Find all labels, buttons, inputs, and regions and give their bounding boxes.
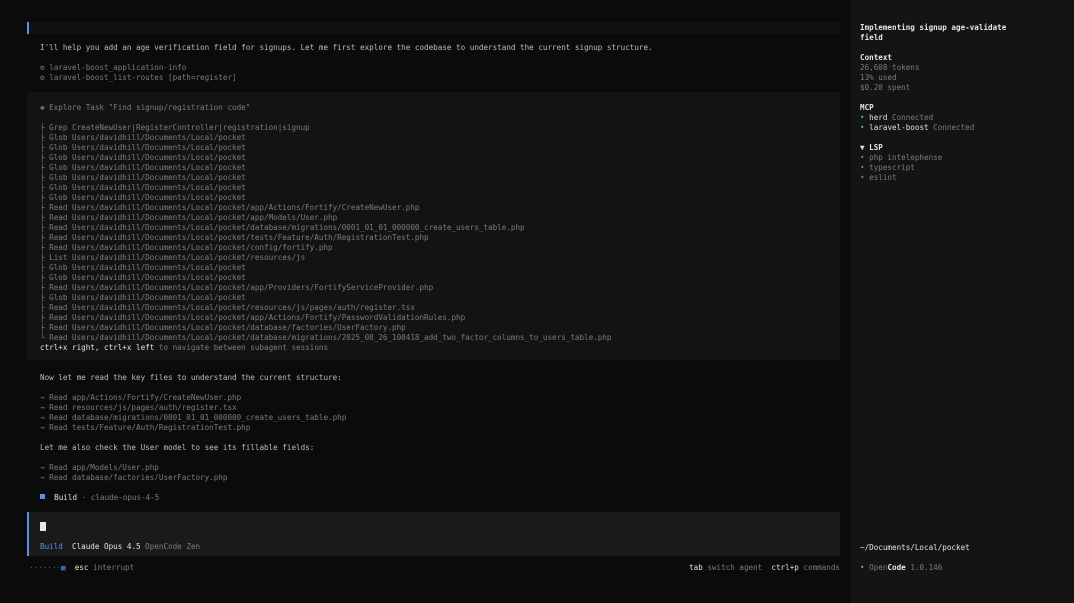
task-item: ├ Glob Users/davidhill/Documents/Local/p… bbox=[40, 293, 246, 302]
task-item: ├ Grep CreateNewUser|RegisterController|… bbox=[40, 123, 310, 132]
task-item: ├ Read Users/davidhill/Documents/Local/p… bbox=[40, 313, 466, 322]
cost-spent: $0.20 spent bbox=[860, 83, 911, 92]
input-accent-bar bbox=[27, 512, 29, 556]
text-cursor bbox=[40, 522, 46, 531]
working-directory: ~/Documents/Local/pocket bbox=[860, 543, 970, 552]
task-item: ├ Glob Users/davidhill/Documents/Local/p… bbox=[40, 133, 246, 142]
mcp-heading: MCP bbox=[860, 103, 874, 112]
task-item: └ Read Users/davidhill/Documents/Local/p… bbox=[40, 333, 612, 342]
task-header: ✱ Explore Task "Find signup/registration… bbox=[40, 103, 251, 112]
status-dot-icon: • bbox=[860, 113, 865, 122]
build-square-icon bbox=[40, 494, 45, 499]
task-item: ├ Read Users/davidhill/Documents/Local/p… bbox=[40, 323, 406, 332]
input-meta: Build Claude Opus 4.5 OpenCode Zen bbox=[40, 542, 200, 552]
status-dot-icon: • bbox=[860, 123, 865, 132]
task-item: ├ Glob Users/davidhill/Documents/Local/p… bbox=[40, 273, 246, 282]
task-item: ├ Glob Users/davidhill/Documents/Local/p… bbox=[40, 193, 246, 202]
mcp-name: herd bbox=[869, 113, 888, 122]
task-item: ├ Read Users/davidhill/Documents/Local/p… bbox=[40, 213, 338, 222]
task-item: ├ Read Users/davidhill/Documents/Local/p… bbox=[40, 203, 420, 212]
provider-label: OpenCode Zen bbox=[145, 542, 201, 551]
build-agent: Build bbox=[54, 493, 78, 502]
top-message-bar bbox=[27, 22, 840, 34]
subagent-nav-hint: ctrl+x right, ctrl+x left to navigate be… bbox=[40, 343, 328, 353]
task-item: ├ Glob Users/davidhill/Documents/Local/p… bbox=[40, 143, 246, 152]
lsp-item: • eslint bbox=[860, 173, 897, 182]
interrupt-label: interrupt bbox=[93, 563, 135, 572]
commands-label: commands bbox=[803, 563, 840, 572]
session-title: Implementing signup age-validate bbox=[860, 23, 1007, 32]
assistant-intro: I'll help you add an age verification fi… bbox=[40, 43, 653, 52]
app-version: • OpenCode 1.0.146 bbox=[860, 563, 942, 573]
version-number: 1.0.146 bbox=[910, 563, 943, 572]
status-dot-icon: • bbox=[860, 563, 865, 572]
nav-keys: ctrl+x right, ctrl+x left bbox=[40, 343, 155, 352]
explore-task-panel: ✱ Explore Task "Find signup/registration… bbox=[27, 92, 840, 360]
context-heading: Context bbox=[860, 53, 893, 62]
task-item: ├ Glob Users/davidhill/Documents/Local/p… bbox=[40, 183, 246, 192]
footer-right: tab switch agent ctrl+p commands bbox=[689, 563, 840, 573]
read-item: → Read app/Actions/Fortify/CreateNewUser… bbox=[40, 393, 242, 402]
read-intro: Now let me read the key files to underst… bbox=[40, 373, 342, 382]
mcp-status: Connected bbox=[933, 123, 975, 132]
model-label[interactable]: Claude Opus 4.5 bbox=[72, 542, 141, 551]
switch-label: switch agent bbox=[707, 563, 763, 572]
mcp-item: • laravel-boost Connected bbox=[860, 123, 974, 133]
token-count: 26,608 tokens bbox=[860, 63, 920, 72]
task-item: ├ Glob Users/davidhill/Documents/Local/p… bbox=[40, 173, 246, 182]
interrupt-key: esc bbox=[74, 563, 89, 572]
read-item: → Read resources/js/pages/auth/register.… bbox=[40, 403, 237, 412]
tool-call: ⚙ laravel-boost_application-info bbox=[40, 63, 187, 72]
tool-call: ⚙ laravel-boost_list-routes [path=regist… bbox=[40, 73, 237, 82]
session-sidebar: Implementing signup age-validate field C… bbox=[850, 0, 1074, 603]
read-item: → Read app/Models/User.php bbox=[40, 463, 159, 472]
task-item: ├ List Users/davidhill/Documents/Local/p… bbox=[40, 253, 306, 262]
conversation-area: I'll help you add an age verification fi… bbox=[27, 0, 840, 603]
lsp-heading[interactable]: ▼ LSP bbox=[860, 143, 883, 153]
progress-indicator: ·······■ bbox=[29, 563, 66, 572]
mcp-item: • herd Connected bbox=[860, 113, 933, 123]
read-item: → Read database/factories/UserFactory.ph… bbox=[40, 473, 228, 482]
read-item: → Read database/migrations/0001_01_01_00… bbox=[40, 413, 347, 422]
brand-code: Code bbox=[887, 563, 906, 572]
commands-key: ctrl+p bbox=[771, 563, 799, 572]
task-item: ├ Read Users/davidhill/Documents/Local/p… bbox=[40, 303, 415, 312]
task-item: ├ Glob Users/davidhill/Documents/Local/p… bbox=[40, 163, 246, 172]
task-item: ├ Glob Users/davidhill/Documents/Local/p… bbox=[40, 153, 246, 162]
build-model: · claude-opus-4-5 bbox=[81, 493, 160, 502]
task-item: ├ Glob Users/davidhill/Documents/Local/p… bbox=[40, 263, 246, 272]
prompt-input[interactable]: Build Claude Opus 4.5 OpenCode Zen bbox=[27, 512, 840, 556]
build-status: Build · claude-opus-4-5 bbox=[40, 493, 159, 503]
task-item: ├ Read Users/davidhill/Documents/Local/p… bbox=[40, 283, 434, 292]
read-item: → Read tests/Feature/Auth/RegistrationTe… bbox=[40, 423, 251, 432]
agent-label[interactable]: Build bbox=[40, 542, 63, 551]
session-title-cont: field bbox=[860, 33, 883, 42]
mcp-status: Connected bbox=[892, 113, 934, 122]
brand-open: Open bbox=[869, 563, 888, 572]
footer-left: ·······■ esc interrupt bbox=[29, 563, 134, 573]
lsp-item: • php intelephense bbox=[860, 153, 943, 162]
task-item: ├ Read Users/davidhill/Documents/Local/p… bbox=[40, 243, 333, 252]
mcp-name: laravel-boost bbox=[869, 123, 929, 132]
lsp-item: • typescript bbox=[860, 163, 915, 172]
switch-key: tab bbox=[689, 563, 703, 572]
nav-hint-text: to navigate between subagent sessions bbox=[158, 343, 329, 352]
task-item: ├ Read Users/davidhill/Documents/Local/p… bbox=[40, 223, 525, 232]
task-item: ├ Read Users/davidhill/Documents/Local/p… bbox=[40, 233, 429, 242]
accent-bar bbox=[27, 22, 29, 34]
context-used: 13% used bbox=[860, 73, 897, 82]
model-intro: Let me also check the User model to see … bbox=[40, 443, 315, 452]
